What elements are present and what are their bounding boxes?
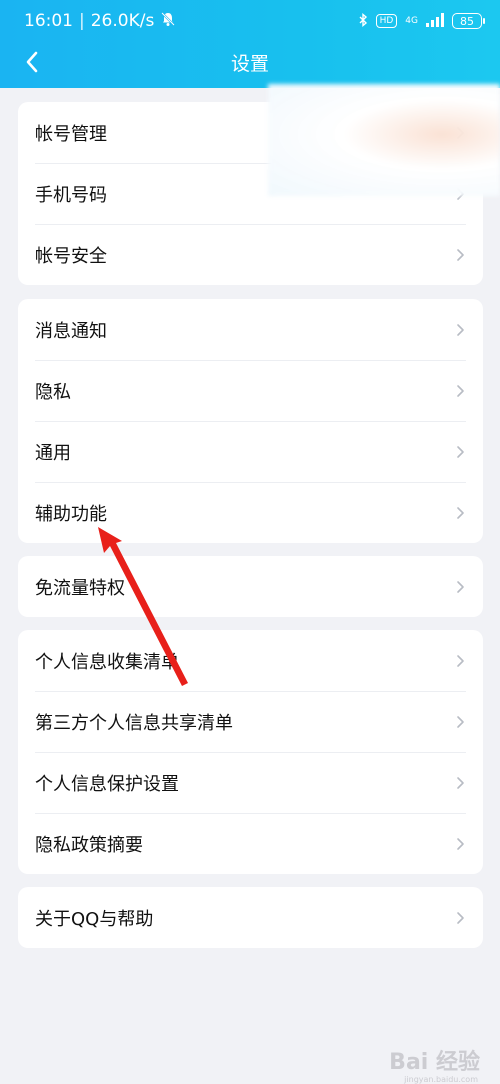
battery-icon: 85 [452, 13, 485, 29]
setting-info-collection-list[interactable]: 个人信息收集清单 [18, 630, 483, 691]
watermark: Bai 经验 [389, 1044, 480, 1076]
setting-label: 手机号码 [35, 184, 107, 206]
settings-group-data: 免流量特权 [18, 556, 483, 617]
chevron-right-icon [457, 248, 464, 261]
chevron-right-icon [457, 654, 464, 667]
chevron-right-icon [457, 384, 464, 397]
setting-label: 通用 [35, 442, 71, 464]
setting-label: 关于QQ与帮助 [35, 908, 154, 930]
setting-privacy-policy-summary[interactable]: 隐私政策摘要 [18, 813, 483, 874]
setting-general[interactable]: 通用 [18, 421, 483, 482]
setting-privacy[interactable]: 隐私 [18, 360, 483, 421]
setting-accessibility[interactable]: 辅助功能 [18, 482, 483, 543]
settings-group-personal-info: 个人信息收集清单 第三方个人信息共享清单 个人信息保护设置 隐私政策摘要 [18, 630, 483, 874]
page-title: 设置 [230, 52, 269, 75]
setting-label: 个人信息收集清单 [35, 651, 179, 673]
setting-label: 第三方个人信息共享清单 [35, 712, 233, 734]
mute-bell-icon [160, 11, 176, 32]
setting-account-security[interactable]: 帐号安全 [18, 224, 483, 285]
chevron-right-icon [457, 911, 464, 924]
app-header: 16:01 | 26.0K/s HD 4G 85 设置 [0, 0, 500, 88]
status-time: 16:01 [24, 11, 73, 31]
blurred-region [268, 84, 500, 196]
status-bar: 16:01 | 26.0K/s HD 4G 85 [0, 0, 500, 42]
setting-label: 免流量特权 [35, 577, 125, 599]
settings-group-about: 关于QQ与帮助 [18, 887, 483, 948]
watermark-sub: jingyan.baidu.com [404, 1075, 478, 1084]
setting-label: 帐号管理 [35, 123, 107, 145]
chevron-right-icon [457, 776, 464, 789]
settings-group-general: 消息通知 隐私 通用 辅助功能 [18, 299, 483, 543]
setting-third-party-sharing-list[interactable]: 第三方个人信息共享清单 [18, 691, 483, 752]
setting-label: 隐私 [35, 381, 71, 403]
status-separator: | [79, 11, 85, 31]
network-type: 4G [405, 15, 418, 26]
hd-icon: HD [375, 14, 398, 28]
setting-about-help[interactable]: 关于QQ与帮助 [18, 887, 483, 948]
chevron-right-icon [457, 445, 464, 458]
nav-bar: 设置 [0, 42, 500, 82]
network-speed: 26.0K/s [90, 11, 155, 31]
setting-free-data[interactable]: 免流量特权 [18, 556, 483, 617]
setting-label: 隐私政策摘要 [35, 834, 143, 856]
chevron-right-icon [457, 323, 464, 336]
setting-info-protection[interactable]: 个人信息保护设置 [18, 752, 483, 813]
watermark-text: Bai 经验 [389, 1050, 480, 1075]
signal-icon [426, 12, 444, 30]
chevron-right-icon [457, 506, 464, 519]
chevron-right-icon [457, 837, 464, 850]
setting-label: 辅助功能 [35, 503, 107, 525]
chevron-left-icon [26, 51, 38, 73]
chevron-right-icon [457, 580, 464, 593]
chevron-right-icon [457, 715, 464, 728]
setting-notifications[interactable]: 消息通知 [18, 299, 483, 360]
setting-label: 帐号安全 [35, 245, 107, 267]
bluetooth-icon [358, 12, 368, 30]
setting-label: 个人信息保护设置 [35, 773, 179, 795]
back-button[interactable] [16, 46, 48, 78]
setting-label: 消息通知 [35, 320, 107, 342]
